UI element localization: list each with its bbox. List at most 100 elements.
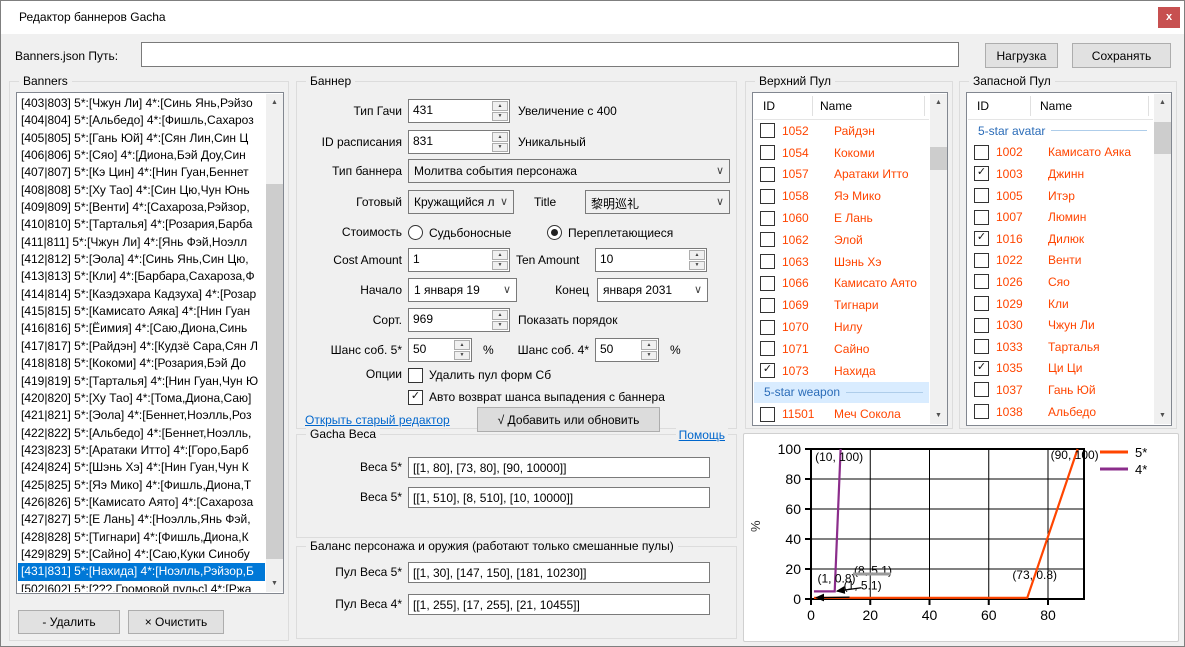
banner-list-item[interactable]: [416|816] 5*:[Ёимия] 4*:[Саю,Диона,Синь — [18, 320, 265, 337]
pool-item-row[interactable]: 1033Тарталья — [968, 336, 1153, 358]
reserve-pool-scrollbar[interactable]: ▲ ▼ — [1154, 94, 1171, 424]
checkbox-icon[interactable] — [760, 123, 775, 138]
add-update-button[interactable]: √ Добавить или обновить — [477, 407, 660, 432]
pool-item-row[interactable]: 1071Сайно — [754, 338, 929, 360]
banner-list-item[interactable]: [409|809] 5*:[Венти] 4*:[Сахароза,Рэйзор… — [18, 199, 265, 216]
checkbox-icon[interactable] — [974, 339, 989, 354]
chance5-spinner[interactable]: 50 ▲▼ — [408, 338, 472, 362]
pool-item-row[interactable]: 11501Меч Сокола — [754, 403, 929, 424]
banners-scrollbar[interactable]: ▲ ▼ — [266, 94, 283, 592]
pool-item-row[interactable]: 1038Альбедо — [968, 401, 1153, 423]
gacha-type-spin-buttons[interactable]: ▲▼ — [492, 101, 508, 121]
pool-item-row[interactable]: 1022Венти — [968, 250, 1153, 272]
pool-weights4-input[interactable] — [408, 594, 710, 615]
ten-amount-spin-buttons[interactable]: ▲▼ — [689, 250, 705, 270]
checkbox-icon[interactable] — [974, 166, 989, 181]
sort-spin-buttons[interactable]: ▲▼ — [492, 310, 508, 330]
column-name[interactable]: Name — [820, 94, 852, 118]
banner-list-item[interactable]: [421|821] 5*:[Эола] 4*:[Беннет,Ноэлль,Ро… — [18, 407, 265, 424]
schedule-id-spin-buttons[interactable]: ▲▼ — [492, 132, 508, 152]
checkbox-icon[interactable] — [760, 232, 775, 247]
pool-item-row[interactable]: 1058Яэ Мико — [754, 185, 929, 207]
banner-list-item[interactable]: [427|827] 5*:[Е Лань] 4*:[Ноэлль,Янь Фэй… — [18, 511, 265, 528]
banner-list-item[interactable]: [414|814] 5*:[Каэдэхара Кадзуха] 4*:[Роз… — [18, 286, 265, 303]
checkbox-icon[interactable] — [760, 407, 775, 422]
scroll-thumb[interactable] — [1154, 122, 1171, 154]
reserve-pool-list[interactable]: ID Name 5-star avatar1002Камисато Аяка10… — [966, 92, 1172, 426]
weights5-input[interactable] — [408, 457, 710, 478]
weights4-input[interactable] — [408, 487, 710, 508]
save-button[interactable]: Сохранять — [1072, 43, 1171, 68]
scroll-up-icon[interactable]: ▲ — [266, 94, 283, 111]
pool-item-row[interactable]: 1066Камисато Аято — [754, 273, 929, 295]
checkbox-icon[interactable] — [760, 298, 775, 313]
pool-item-row[interactable]: 1035Ци Ци — [968, 358, 1153, 380]
checkbox-icon[interactable] — [974, 210, 989, 225]
pool-item-row[interactable]: 1005Итэр — [968, 185, 1153, 207]
help-link[interactable]: Помощь — [676, 428, 728, 442]
pool-item-row[interactable]: 1063Шэнь Хэ — [754, 251, 929, 273]
banner-list-item[interactable]: [404|804] 5*:[Альбедо] 4*:[Фишль,Сахароз — [18, 112, 265, 129]
reserve-pool-header[interactable]: ID Name — [968, 94, 1153, 120]
banner-list-item[interactable]: [429|829] 5*:[Сайно] 4*:[Саю,Куки Синобу — [18, 546, 265, 563]
upper-pool-scrollbar[interactable]: ▲ ▼ — [930, 94, 947, 424]
scroll-down-icon[interactable]: ▼ — [1154, 407, 1171, 424]
scroll-up-icon[interactable]: ▲ — [930, 94, 947, 111]
banner-list-item[interactable]: [413|813] 5*:[Кли] 4*:[Барбара,Сахароза,… — [18, 268, 265, 285]
load-button[interactable]: Нагрузка — [985, 43, 1058, 68]
delete-banner-button[interactable]: - Удалить — [18, 610, 120, 634]
clear-banners-button[interactable]: × Очистить — [128, 610, 224, 634]
chance4-spin-buttons[interactable]: ▲▼ — [641, 340, 657, 360]
pool-item-row[interactable]: 1073Нахида — [754, 360, 929, 382]
prefab-combo[interactable]: Кружащийся л ∨ — [408, 190, 514, 214]
checkbox-icon[interactable] — [760, 145, 775, 160]
banner-list-item[interactable]: [415|815] 5*:[Камисато Аяка] 4*:[Нин Гуа… — [18, 303, 265, 320]
banner-list-item[interactable]: [424|824] 5*:[Шэнь Хэ] 4*:[Нин Гуан,Чун … — [18, 459, 265, 476]
banner-list-item[interactable]: [403|803] 5*:[Чжун Ли] 4*:[Синь Янь,Рэйз… — [18, 95, 265, 112]
checkbox-icon[interactable] — [974, 274, 989, 289]
checkbox-icon[interactable] — [760, 341, 775, 356]
checkbox-icon[interactable] — [974, 404, 989, 419]
checkbox-icon[interactable] — [760, 363, 775, 378]
checkbox-icon[interactable] — [974, 145, 989, 160]
path-input[interactable] — [141, 42, 959, 67]
checkbox-icon[interactable] — [760, 276, 775, 291]
gacha-type-spinner[interactable]: 431 ▲▼ — [408, 99, 510, 123]
pool-item-row[interactable]: 1026Сяо — [968, 271, 1153, 293]
upper-pool-list[interactable]: ID Name 1052Райдэн1054Кокоми1057Аратаки … — [752, 92, 948, 426]
cost-radio-fate[interactable]: Судьбоносные — [408, 225, 511, 240]
begin-date-picker[interactable]: 1 января 19 ∨ — [408, 278, 517, 302]
pool-item-row[interactable]: 1007Люмин — [968, 206, 1153, 228]
checkbox-icon[interactable] — [760, 167, 775, 182]
schedule-id-spinner[interactable]: 831 ▲▼ — [408, 130, 510, 154]
banner-list-item[interactable]: [407|807] 5*:[Кэ Цин] 4*:[Нин Гуан,Бенне… — [18, 164, 265, 181]
banner-list-item[interactable]: [502|602] 5*:[???,Громовой пульс] 4*:[Рж… — [18, 581, 265, 592]
title-field-combo[interactable]: 黎明巡礼 ∨ — [585, 190, 730, 214]
banner-list-item[interactable]: [426|826] 5*:[Камисато Аято] 4*:[Сахароз… — [18, 494, 265, 511]
banner-list-item[interactable]: [423|823] 5*:[Аратаки Итто] 4*:[Горо,Бар… — [18, 442, 265, 459]
banner-list-item[interactable]: [420|820] 5*:[Ху Тао] 4*:[Тома,Диона,Саю… — [18, 390, 265, 407]
banner-list-item[interactable]: [405|805] 5*:[Гань Юй] 4*:[Сян Лин,Син Ц — [18, 130, 265, 147]
column-id[interactable]: ID — [763, 94, 775, 118]
checkbox-icon[interactable] — [760, 211, 775, 226]
checkbox-icon[interactable] — [974, 318, 989, 333]
checkbox-icon[interactable] — [974, 382, 989, 397]
banner-list-item[interactable]: [428|828] 5*:[Тигнари] 4*:[Фишль,Диона,К — [18, 529, 265, 546]
pool-item-row[interactable]: 1037Гань Юй — [968, 379, 1153, 401]
cost-amount-spinner[interactable]: 1 ▲▼ — [408, 248, 510, 272]
scroll-down-icon[interactable]: ▼ — [266, 575, 283, 592]
pool-item-row[interactable]: 1060Е Лань — [754, 207, 929, 229]
banner-list-item[interactable]: [422|822] 5*:[Альбедо] 4*:[Беннет,Ноэлль… — [18, 425, 265, 442]
banner-list-item[interactable]: [419|819] 5*:[Тарталья] 4*:[Нин Гуан,Чун… — [18, 373, 265, 390]
scroll-thumb[interactable] — [266, 184, 283, 559]
pool-item-row[interactable]: 1003Джинн — [968, 163, 1153, 185]
scroll-up-icon[interactable]: ▲ — [1154, 94, 1171, 111]
pool-item-row[interactable]: 1069Тигнари — [754, 294, 929, 316]
pool-item-row[interactable]: 1057Аратаки Итто — [754, 164, 929, 186]
auto-return-checkbox[interactable]: Авто возврат шанса выпадения с баннера — [408, 390, 665, 405]
checkbox-icon[interactable] — [974, 296, 989, 311]
chance4-spinner[interactable]: 50 ▲▼ — [595, 338, 659, 362]
pool-item-row[interactable]: 1030Чжун Ли — [968, 314, 1153, 336]
banners-listbox[interactable]: [403|803] 5*:[Чжун Ли] 4*:[Синь Янь,Рэйз… — [16, 92, 284, 594]
chance5-spin-buttons[interactable]: ▲▼ — [454, 340, 470, 360]
